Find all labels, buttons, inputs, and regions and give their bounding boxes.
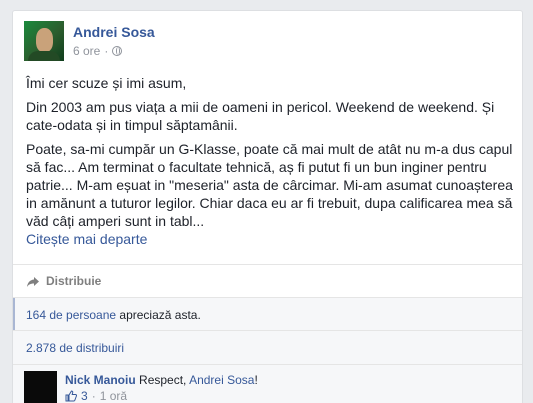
share-action[interactable]: Distribuie [13, 264, 522, 296]
post-paragraph-3: Poate, sa-mi cumpăr un G-Klasse, poate c… [26, 141, 513, 229]
post-paragraph-1: Îmi cer scuze și imi asum, [26, 75, 187, 91]
share-label: Distribuie [46, 273, 102, 288]
author-avatar[interactable] [24, 21, 64, 61]
likes-text: 164 de persoane apreciază asta. [26, 308, 201, 322]
comment-text-after: ! [254, 373, 258, 387]
comment-mention[interactable]: Andrei Sosa [189, 373, 254, 387]
meta-separator: · [104, 44, 109, 58]
comment-line: Nick Manoiu Respect, Andrei Sosa! [65, 373, 258, 387]
comment-meta-separator: · [91, 389, 96, 403]
comment-like-count[interactable]: 3 [81, 389, 88, 403]
commenter-avatar[interactable] [24, 371, 57, 403]
globe-icon[interactable] [112, 46, 123, 56]
shares-summary: 2.878 de distribuiri [13, 331, 522, 365]
likes-suffix: apreciază asta. [116, 308, 201, 322]
comment-meta: 3 · 1 oră [65, 389, 127, 403]
post-body: Îmi cer scuze și imi asum, Din 2003 am p… [26, 74, 516, 248]
comment: Nick Manoiu Respect, Andrei Sosa! 3 · 1 … [13, 365, 522, 403]
post-paragraph-2: Din 2003 am pus viața a mii de oameni in… [26, 99, 495, 133]
post-author[interactable]: Andrei Sosa [73, 24, 155, 40]
post-meta: 6 ore · [73, 44, 123, 58]
thumbs-up-icon[interactable] [65, 390, 77, 402]
commenter-name[interactable]: Nick Manoiu [65, 373, 136, 387]
post-time[interactable]: 6 ore [73, 44, 100, 58]
shares-count-link[interactable]: 2.878 de distribuiri [26, 341, 124, 355]
comment-text-before: Respect, [135, 373, 190, 387]
comment-time[interactable]: 1 oră [100, 389, 127, 403]
likes-count-link[interactable]: 164 de persoane [26, 308, 116, 322]
share-icon [26, 275, 40, 287]
see-more-link[interactable]: Citește mai departe [26, 230, 516, 248]
post-card: Andrei Sosa 6 ore · Îmi cer scuze și imi… [12, 10, 523, 403]
likes-summary: 164 de persoane apreciază asta. [13, 297, 522, 331]
avatar-shirt [28, 51, 60, 61]
avatar-face [36, 28, 53, 52]
